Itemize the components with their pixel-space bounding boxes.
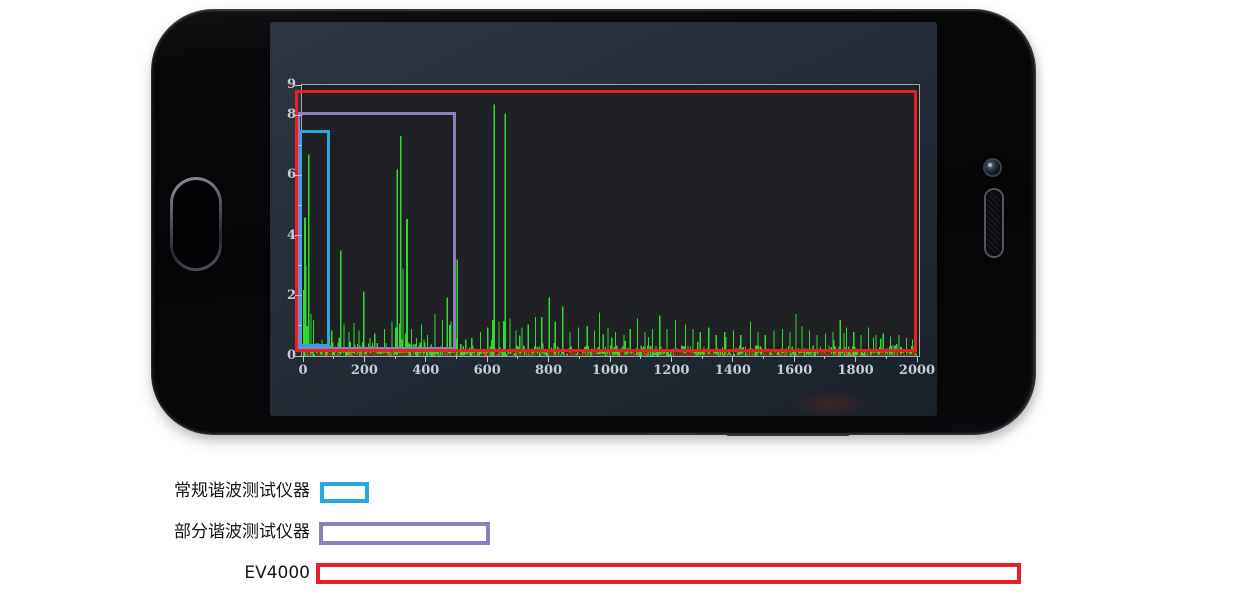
y-minor-tick — [298, 325, 302, 326]
x-major-tick — [732, 356, 733, 362]
x-tick-label: 1800 — [826, 364, 886, 378]
y-tick-label: 6 — [276, 168, 296, 182]
x-tick-label: 1400 — [703, 364, 763, 378]
legend-label-ev4000: EV4000 — [0, 562, 310, 584]
front-camera-icon — [985, 160, 1000, 175]
x-major-tick — [794, 356, 795, 362]
x-tick-label: 2000 — [887, 364, 947, 378]
legend-swatch-ev4000 — [316, 563, 1021, 584]
legend-swatch-partial-tester — [319, 522, 490, 545]
x-tick-label: 1600 — [764, 364, 824, 378]
x-tick-label: 0 — [273, 364, 333, 378]
y-tick-label: 8 — [276, 108, 296, 122]
x-major-tick — [548, 356, 549, 362]
x-major-tick — [425, 356, 426, 362]
home-button-surface — [173, 180, 219, 268]
x-minor-tick — [517, 356, 518, 359]
home-button[interactable] — [170, 177, 222, 271]
legend-swatch-conventional-tester — [320, 482, 369, 503]
overlay-box-ev4000 — [295, 90, 917, 353]
x-minor-tick — [395, 356, 396, 359]
y-major-tick — [295, 115, 302, 116]
x-major-tick — [303, 356, 304, 362]
x-tick-label: 600 — [457, 364, 517, 378]
y-minor-tick — [298, 205, 302, 206]
y-major-tick — [295, 235, 302, 236]
y-tick-label: 9 — [276, 78, 296, 92]
x-minor-tick — [824, 356, 825, 359]
x-tick-label: 800 — [519, 364, 579, 378]
y-major-tick — [295, 356, 302, 357]
x-minor-tick — [886, 356, 887, 359]
y-major-tick — [295, 295, 302, 296]
x-major-tick — [610, 356, 611, 362]
x-minor-tick — [640, 356, 641, 359]
x-minor-tick — [456, 356, 457, 359]
x-tick-label: 400 — [396, 364, 456, 378]
camera-lens-glint — [988, 163, 992, 167]
spectrum-chart: 0200400600800100012001400160018002000024… — [301, 84, 920, 357]
y-tick-label: 2 — [276, 289, 296, 303]
screen-reflection — [790, 390, 870, 418]
y-major-tick — [295, 175, 302, 176]
y-tick-label: 4 — [276, 229, 296, 243]
y-minor-tick — [298, 145, 302, 146]
x-minor-tick — [763, 356, 764, 359]
x-major-tick — [487, 356, 488, 362]
page-background: 0200400600800100012001400160018002000024… — [0, 0, 1240, 599]
legend-label-partial-tester: 部分谐波测试仪器 — [0, 521, 310, 543]
x-minor-tick — [333, 356, 334, 359]
x-major-tick — [917, 356, 918, 362]
x-tick-label: 200 — [334, 364, 394, 378]
phone-screen: 0200400600800100012001400160018002000024… — [270, 22, 937, 416]
legend-label-conventional-tester: 常规谐波测试仪器 — [0, 480, 310, 502]
y-tick-label: 0 — [276, 349, 296, 363]
y-minor-tick — [298, 265, 302, 266]
antenna-line — [860, 433, 906, 435]
x-tick-label: 1200 — [641, 364, 701, 378]
x-major-tick — [671, 356, 672, 362]
earpiece-speaker — [986, 190, 1002, 256]
x-tick-label: 1000 — [580, 364, 640, 378]
x-minor-tick — [702, 356, 703, 359]
x-major-tick — [364, 356, 365, 362]
antenna-line — [645, 433, 700, 435]
antenna-line — [727, 434, 849, 436]
y-major-tick — [295, 85, 302, 86]
smartphone: 0200400600800100012001400160018002000024… — [151, 9, 1036, 435]
x-major-tick — [855, 356, 856, 362]
x-minor-tick — [579, 356, 580, 359]
